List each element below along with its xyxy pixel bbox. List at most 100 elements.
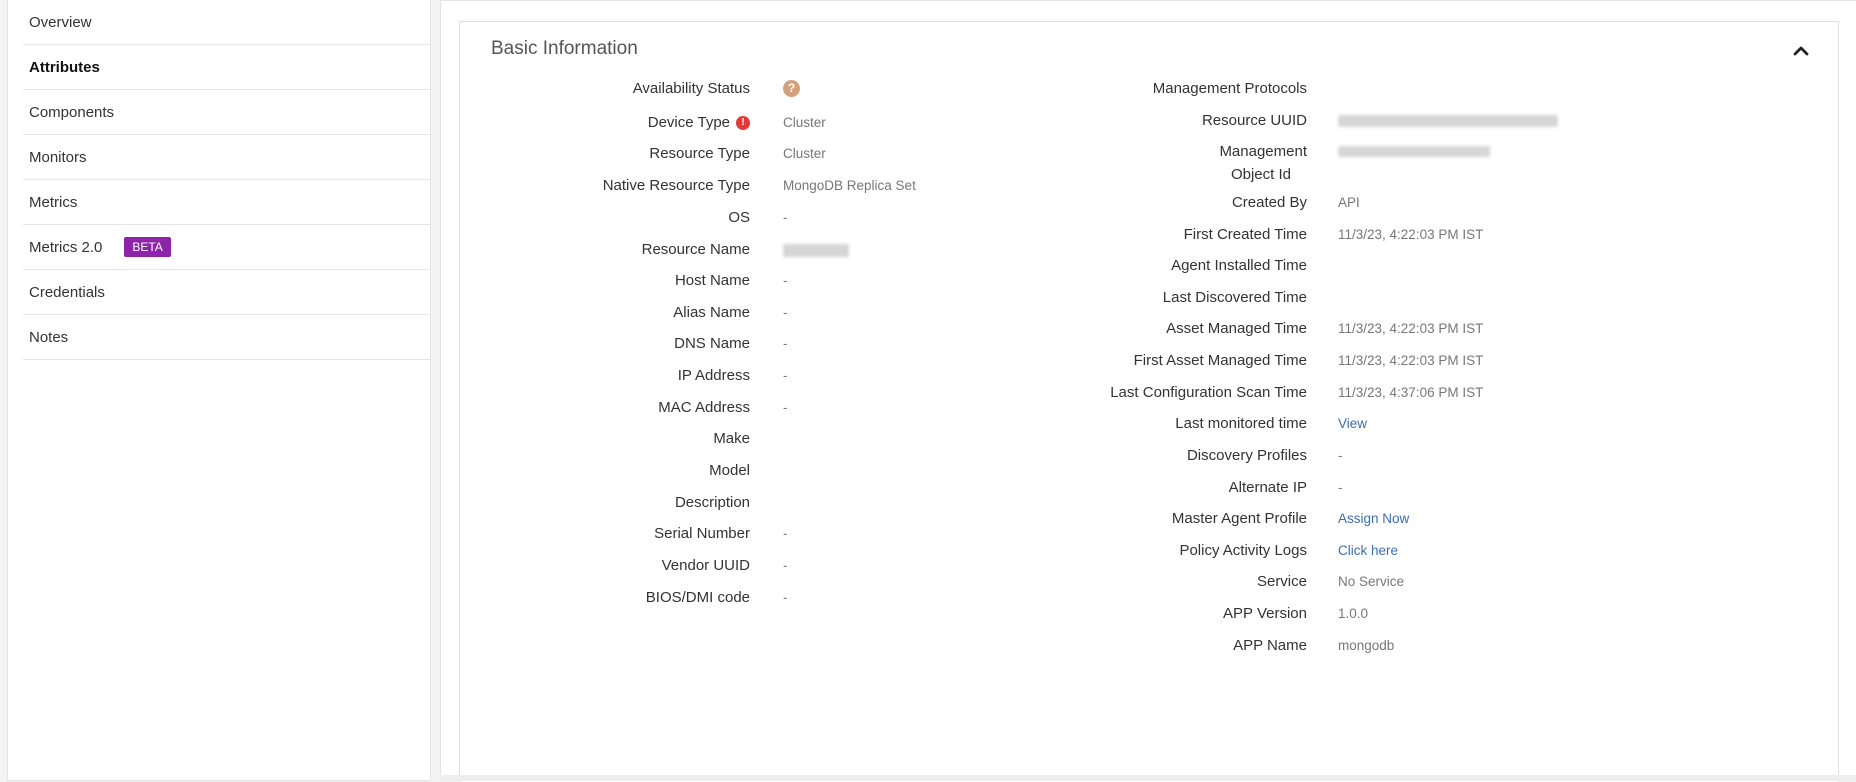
attr-row-resource-name: Resource Name [460,238,849,262]
attr-row-os: OS - [460,206,787,229]
attr-value: - [783,590,788,605]
attr-row-device-type: Device Type! Cluster [460,111,826,134]
attr-row-discovery-profiles: Discovery Profiles - [1020,444,1343,467]
attr-label: Discovery Profiles [1186,447,1307,464]
sidebar-item-attributes[interactable]: Attributes [23,45,430,90]
attr-label: Resource UUID [1201,112,1307,129]
attr-label: Agent Installed Time [1171,257,1307,274]
sidebar-item-components[interactable]: Components [23,90,430,135]
sidebar-item-label: Components [29,103,115,121]
attr-row-bios-dmi-code: BIOS/DMI code - [460,586,788,609]
sidebar-item-label: Credentials [29,283,105,301]
attr-value: mongodb [1338,638,1395,653]
attr-label: Host Name [674,272,750,289]
attr-label: Asset Managed Time [1166,320,1307,337]
attr-row-agent-installed-time: Agent Installed Time [1020,254,1307,277]
attr-value: - [783,305,788,320]
attr-value: - [783,368,788,383]
sidebar-item-label: Metrics 2.0 [29,238,103,256]
attr-row-description: Description [460,491,750,514]
attr-value: Cluster [783,146,826,161]
attr-label: Management Protocols [1152,80,1307,97]
assign-now-link[interactable]: Assign Now [1338,507,1409,530]
attr-row-alias-name: Alias Name - [460,301,788,324]
attr-row-management-protocols: Management Protocols [1020,77,1307,100]
attr-label: Serial Number [654,525,750,542]
attr-row-last-discovered-time: Last Discovered Time [1020,286,1307,309]
sidebar-item-label: Metrics [29,193,78,211]
attr-value: - [783,273,788,288]
attr-row-resource-uuid: Resource UUID [1020,109,1558,132]
attr-value: 11/3/23, 4:22:03 PM IST [1338,321,1484,336]
attr-label: Management [1219,143,1307,160]
basic-information-panel: Basic Information Availability Status ? … [459,21,1839,782]
attr-label: APP Version [1223,605,1307,622]
view-link[interactable]: View [1338,412,1367,435]
attr-label: Resource Type [649,145,750,162]
attr-row-last-monitored-time: Last monitored time View [1020,412,1367,435]
attr-row-first-asset-managed-time: First Asset Managed Time 11/3/23, 4:22:0… [1020,349,1484,372]
sidebar-item-monitors[interactable]: Monitors [23,135,430,180]
attr-label: Alias Name [673,304,750,321]
attr-label: Policy Activity Logs [1179,542,1307,559]
attr-label: Created By [1231,194,1307,211]
redacted-value [1338,140,1490,162]
sidebar-item-metrics-2[interactable]: Metrics 2.0 BETA [23,225,430,270]
attr-label: Vendor UUID [661,557,750,574]
attr-label: Resource Name [641,241,750,258]
attr-label: Device Type [647,114,730,131]
attr-row-dns-name: DNS Name - [460,332,788,355]
attr-value: 1.0.0 [1338,606,1369,621]
attr-row-app-version: APP Version 1.0.0 [1020,602,1368,625]
attr-label: OS [728,209,750,226]
attr-row-alternate-ip: Alternate IP - [1020,476,1343,499]
attr-value: - [783,336,788,351]
attr-row-asset-managed-time: Asset Managed Time 11/3/23, 4:22:03 PM I… [1020,317,1483,340]
attr-row-mac-address: MAC Address - [460,396,787,419]
attr-value: No Service [1338,574,1405,589]
attr-label: First Asset Managed Time [1133,352,1307,369]
attr-value: - [783,558,788,573]
attr-row-host-name: Host Name - [460,269,788,292]
attr-row-resource-type: Resource Type Cluster [460,142,826,165]
attr-row-make: Make [460,427,750,450]
alert-icon[interactable]: ! [736,116,750,130]
attr-value: 11/3/23, 4:22:03 PM IST [1338,227,1484,242]
attr-label: Model [709,462,750,479]
main-content: Basic Information Availability Status ? … [440,0,1856,782]
attr-value: Cluster [783,115,826,130]
attr-value: - [783,526,788,541]
attr-value: MongoDB Replica Set [783,178,916,193]
sidebar-item-credentials[interactable]: Credentials [23,270,430,315]
attr-label: Last Configuration Scan Time [1110,384,1307,401]
sidebar-nav: Overview Attributes Components Monitors … [7,0,431,781]
attr-row-app-name: APP Name mongodb [1020,634,1394,657]
chevron-up-icon[interactable] [1790,40,1812,62]
attr-label: Make [713,430,750,447]
attr-row-vendor-uuid: Vendor UUID - [460,554,788,577]
redacted-value [783,238,849,262]
sidebar-item-label: Monitors [29,148,87,166]
attr-label-line2: Object Id [1230,166,1291,183]
attr-value: - [1338,480,1343,495]
question-icon[interactable]: ? [783,77,800,97]
attr-label: Alternate IP [1228,479,1307,496]
sidebar-item-metrics[interactable]: Metrics [23,180,430,225]
attr-label: DNS Name [674,335,750,352]
attr-label: Availability Status [632,80,750,97]
attr-label: APP Name [1233,637,1307,654]
sidebar-item-label: Notes [29,328,69,346]
horizontal-scrollbar[interactable] [440,775,1856,781]
attr-row-first-created-time: First Created Time 11/3/23, 4:22:03 PM I… [1020,223,1484,246]
sidebar-item-overview[interactable]: Overview [23,0,430,45]
attr-value: 11/3/23, 4:37:06 PM IST [1338,385,1484,400]
attr-label: Master Agent Profile [1171,510,1307,527]
sidebar-item-label: Attributes [29,58,100,76]
attr-value: API [1338,195,1360,210]
click-here-link[interactable]: Click here [1338,539,1398,562]
attr-row-last-configuration-scan-time: Last Configuration Scan Time 11/3/23, 4:… [1020,381,1483,404]
attr-row-serial-number: Serial Number - [460,522,788,545]
sidebar-item-notes[interactable]: Notes [23,315,430,360]
attr-row-ip-address: IP Address - [460,364,788,387]
attr-row-model: Model [460,459,750,482]
